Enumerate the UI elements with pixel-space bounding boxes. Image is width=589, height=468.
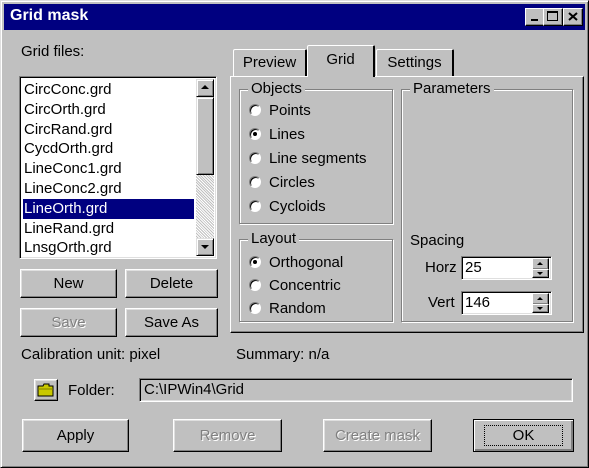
- objects-option-label: Cycloids: [269, 197, 326, 215]
- radio-button[interactable]: [249, 279, 261, 291]
- spacing-label: Spacing: [410, 232, 465, 249]
- summary-text: Summary: n/a: [236, 346, 330, 363]
- layout-option-label: Concentric: [269, 276, 341, 294]
- list-item[interactable]: CircOrth.grd: [23, 100, 194, 120]
- list-item[interactable]: LineRand.grd: [23, 219, 194, 239]
- objects-group: Objects Points Lines Line segments Circles C…: [239, 80, 393, 224]
- radio-button[interactable]: [249, 176, 261, 188]
- layout-group-label: Layout: [248, 230, 300, 248]
- vert-decrement-button[interactable]: [532, 304, 549, 313]
- save-as-button[interactable]: Save As: [125, 308, 218, 337]
- objects-option-points[interactable]: Points: [249, 100, 311, 120]
- grid-files-listbox[interactable]: CircConc.grd CircOrth.grd CircRand.grd Cycd…: [19, 76, 217, 259]
- create-mask-button[interactable]: Create mask: [323, 419, 432, 452]
- folder-label: Folder:: [68, 382, 115, 399]
- new-button[interactable]: New: [20, 269, 117, 298]
- calibration-unit-text: Calibration unit: pixel: [21, 346, 161, 363]
- list-item[interactable]: LineConc1.grd: [23, 159, 194, 179]
- radio-button[interactable]: [249, 104, 261, 116]
- grid-files-label: Grid files:: [21, 43, 85, 60]
- spin-up-icon: [537, 262, 543, 265]
- folder-icon: [37, 383, 54, 397]
- objects-option-circles[interactable]: Circles: [249, 172, 315, 192]
- spin-down-icon: [537, 272, 543, 275]
- minimize-icon: [531, 19, 538, 21]
- list-item[interactable]: CycdOrth.grd: [23, 139, 194, 159]
- maximize-button[interactable]: [543, 8, 563, 26]
- list-item[interactable]: CircRand.grd: [23, 120, 194, 140]
- horz-spinner[interactable]: 25: [461, 256, 552, 280]
- radio-button[interactable]: [249, 302, 261, 314]
- window-title: Grid mask: [10, 7, 89, 24]
- horz-label: Horz: [425, 259, 457, 276]
- tab-preview[interactable]: Preview: [233, 49, 307, 77]
- grid-tab-panel: Objects Points Lines Line segments Circles C…: [230, 76, 584, 333]
- layout-option-concentric[interactable]: Concentric: [249, 275, 341, 295]
- layout-option-label: Orthogonal: [269, 253, 344, 271]
- arrow-up-icon: [201, 85, 209, 89]
- layout-option-random[interactable]: Random: [249, 298, 326, 318]
- maximize-icon: [547, 11, 558, 21]
- objects-option-label: Circles: [269, 173, 315, 191]
- objects-option-label: Lines: [269, 125, 305, 143]
- folder-path-field[interactable]: C:\IPWin4\Grid: [139, 378, 573, 402]
- vert-value: 146: [465, 294, 491, 311]
- objects-group-label: Objects: [248, 80, 305, 98]
- tab-settings[interactable]: Settings: [376, 49, 454, 77]
- radio-button[interactable]: [249, 152, 261, 164]
- horz-value: 25: [465, 259, 482, 276]
- layout-option-orthogonal[interactable]: Orthogonal: [249, 252, 343, 272]
- radio-button[interactable]: [249, 128, 261, 140]
- layout-group: Layout Orthogonal Concentric Random: [239, 230, 393, 322]
- tab-grid[interactable]: Grid: [307, 45, 375, 77]
- folder-browse-button[interactable]: [34, 379, 58, 401]
- close-button[interactable]: [563, 8, 583, 26]
- list-item[interactable]: LineConc2.grd: [23, 179, 194, 199]
- spin-up-icon: [537, 297, 543, 300]
- objects-option-label: Line segments: [269, 149, 367, 167]
- title-bar[interactable]: Grid mask: [4, 4, 585, 30]
- list-item[interactable]: CircConc.grd: [23, 80, 194, 100]
- objects-option-line-segments[interactable]: Line segments: [249, 148, 367, 168]
- radio-button[interactable]: [249, 200, 261, 212]
- grid-mask-window: Grid mask Grid files: CircConc.grd CircOr…: [0, 0, 589, 468]
- ok-button-label: OK: [483, 425, 564, 446]
- objects-option-cycloids[interactable]: Cycloids: [249, 196, 326, 216]
- radio-button[interactable]: [249, 256, 261, 268]
- layout-option-label: Random: [269, 299, 326, 317]
- scroll-thumb[interactable]: [196, 97, 214, 175]
- parameters-group-label: Parameters: [410, 80, 494, 98]
- objects-option-label: Points: [269, 101, 311, 119]
- scroll-up-button[interactable]: [196, 79, 214, 97]
- vert-spinner[interactable]: 146: [461, 291, 552, 315]
- close-icon: [568, 12, 578, 21]
- list-item[interactable]: LnsgOrth.grd: [23, 238, 194, 258]
- horz-decrement-button[interactable]: [532, 269, 549, 278]
- vert-label: Vert: [428, 294, 455, 311]
- objects-option-lines[interactable]: Lines: [249, 124, 305, 144]
- folder-path-value: C:\IPWin4\Grid: [144, 381, 245, 398]
- delete-button[interactable]: Delete: [125, 269, 218, 298]
- minimize-button[interactable]: [525, 8, 545, 26]
- parameters-group: Parameters Spacing Horz 25 Vert 146: [401, 80, 573, 322]
- apply-button[interactable]: Apply: [22, 419, 129, 452]
- list-item[interactable]: LineOrth.grd: [23, 198, 194, 219]
- ok-button[interactable]: OK: [473, 419, 574, 452]
- remove-button[interactable]: Remove: [173, 419, 282, 452]
- spin-down-icon: [537, 307, 543, 310]
- save-button[interactable]: Save: [20, 308, 117, 337]
- scroll-down-button[interactable]: [196, 238, 214, 256]
- arrow-down-icon: [201, 245, 209, 249]
